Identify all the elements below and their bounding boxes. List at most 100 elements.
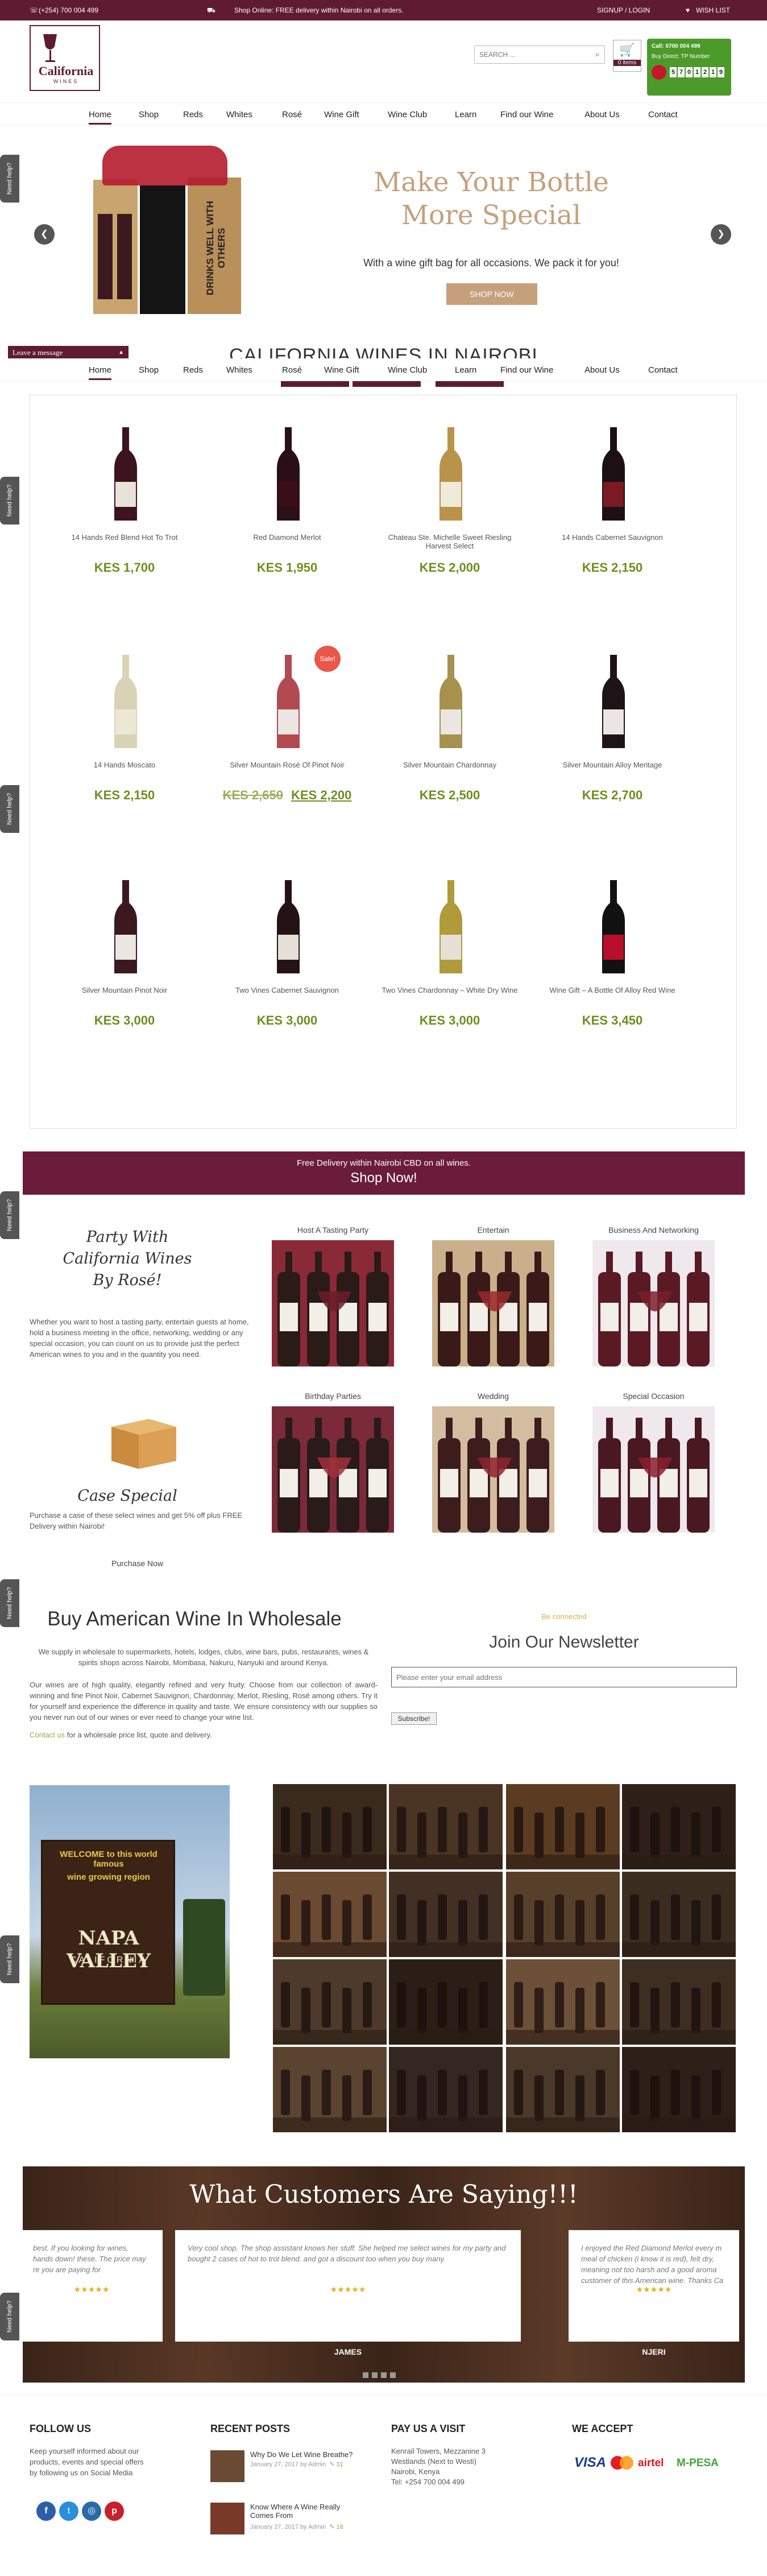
logo[interactable]: California WINES [30, 25, 100, 91]
gallery-photo[interactable] [273, 1872, 387, 1957]
gallery-photo[interactable] [389, 2047, 503, 2132]
need-help-tab[interactable]: Need help? [0, 1191, 19, 1239]
nav-item-find-our-wine[interactable]: Find our Wine [500, 110, 553, 119]
product-image[interactable] [437, 880, 465, 975]
occasion-label[interactable]: Wedding [432, 1392, 554, 1401]
slider-prev-arrow[interactable]: ❮ [34, 224, 55, 245]
product-image[interactable] [437, 427, 465, 522]
gallery-photo[interactable] [506, 2047, 620, 2132]
product-image[interactable] [600, 655, 627, 749]
occasion-label[interactable]: Host A Tasting Party [272, 1225, 394, 1235]
occasion-image[interactable] [432, 1240, 554, 1367]
delivery-shop-now[interactable]: Shop Now! [23, 1170, 745, 1186]
gallery-photo[interactable] [273, 2047, 387, 2132]
slider-next-arrow[interactable]: ❯ [711, 224, 731, 245]
product-image[interactable] [437, 655, 465, 749]
gallery-photo[interactable] [273, 1959, 387, 2045]
contact-us-link[interactable]: Contact us [30, 1731, 65, 1739]
subscribe-button[interactable]: Subscribe! [391, 1712, 437, 1725]
nav-item-reds[interactable]: Reds [183, 110, 203, 119]
gallery-photo[interactable] [506, 1784, 620, 1869]
product-name[interactable]: Silver Mountain Pinot Noir [51, 986, 198, 994]
gallery-photo[interactable] [622, 1959, 736, 2045]
product-image[interactable] [600, 880, 627, 975]
product-name[interactable]: Silver Mountain Alloy Meritage [538, 761, 686, 769]
signup-link[interactable]: SIGNUP / LOGIN [597, 6, 650, 14]
product-image[interactable] [112, 427, 139, 522]
need-help-tab[interactable]: Need help? [0, 1935, 19, 1983]
need-help-tab[interactable]: Need help? [0, 477, 19, 525]
gallery-photo[interactable] [506, 1959, 620, 2045]
product-image[interactable] [275, 655, 302, 749]
nav-item-home[interactable]: Home [89, 365, 112, 380]
shop-now-button[interactable]: SHOP NOW [446, 283, 537, 305]
need-help-tab[interactable]: Need help? [0, 785, 19, 833]
product-name[interactable]: Silver Mountain Chardonnay [376, 761, 524, 769]
wishlist-link[interactable]: WISH LIST [696, 6, 730, 14]
need-help-tab[interactable]: Need help? [0, 1579, 19, 1627]
need-help-tab[interactable]: Need help? [0, 155, 19, 203]
pinterest-icon[interactable]: p [105, 2501, 124, 2521]
nav-item-home[interactable]: Home [89, 110, 112, 125]
product-image[interactable] [112, 880, 139, 975]
nav-item-ros-[interactable]: Rosé [282, 110, 302, 119]
gallery-photo[interactable] [389, 1959, 503, 2045]
post-title[interactable]: Know Where A Wine Really Comes From [250, 2503, 364, 2520]
cart-button[interactable]: 🛒 0 items [613, 40, 641, 72]
nav-item-contact[interactable]: Contact [648, 365, 678, 375]
nav-item-find-our-wine[interactable]: Find our Wine [500, 365, 553, 375]
product-image[interactable] [275, 427, 302, 522]
product-name[interactable]: 14 Hands Red Blend Hot To Trot [51, 533, 198, 542]
occasion-label[interactable]: Business And Networking [592, 1225, 715, 1235]
nav-item-wine-club[interactable]: Wine Club [388, 110, 427, 119]
nav-item-whites[interactable]: Whites [226, 110, 252, 119]
nav-item-shop[interactable]: Shop [139, 365, 159, 375]
instagram-icon[interactable]: ◎ [82, 2501, 101, 2521]
top-phone[interactable]: (+254) 700 004 499 [39, 6, 98, 14]
product-name[interactable]: Silver Mountain Rosé Of Pinot Noir [213, 761, 361, 769]
product-name[interactable]: Two Vines Chardonnay – White Dry Wine [376, 986, 524, 994]
search-input[interactable] [475, 46, 583, 63]
nav-item-wine-gift[interactable]: Wine Gift [324, 365, 359, 375]
nav-item-wine-club[interactable]: Wine Club [388, 365, 427, 375]
gallery-photo[interactable] [389, 1784, 503, 1869]
nav-item-contact[interactable]: Contact [648, 110, 678, 119]
twitter-icon[interactable]: t [59, 2501, 78, 2521]
product-name[interactable]: Red Diamond Merlot [213, 533, 361, 542]
nav-item-wine-gift[interactable]: Wine Gift [324, 110, 359, 119]
purchase-now-link[interactable]: Purchase Now [111, 1559, 163, 1568]
nav-item-whites[interactable]: Whites [226, 365, 252, 375]
dot-4[interactable] [390, 2372, 396, 2378]
product-name[interactable]: 14 Hands Cabernet Sauvignon [538, 533, 686, 542]
product-image[interactable] [600, 427, 627, 522]
gallery-photo[interactable] [389, 1872, 503, 1957]
nav-item-learn[interactable]: Learn [455, 110, 476, 119]
facebook-icon[interactable]: f [36, 2501, 56, 2521]
gallery-photo[interactable] [622, 1784, 736, 1869]
dot-2[interactable] [372, 2372, 378, 2378]
gallery-photo[interactable] [622, 2047, 736, 2132]
occasion-image[interactable] [272, 1406, 394, 1533]
dot-1[interactable] [363, 2372, 368, 2378]
occasion-label[interactable]: Entertain [432, 1225, 554, 1235]
occasion-label[interactable]: Special Occasion [592, 1392, 715, 1401]
gallery-photo[interactable] [622, 1872, 736, 1957]
product-name[interactable]: Wine Gift – A Bottle Of Alloy Red Wine [538, 986, 686, 994]
delivery-banner[interactable]: Free Delivery within Nairobi CBD on all … [23, 1151, 745, 1195]
product-name[interactable]: 14 Hands Moscato [51, 761, 198, 769]
post-thumbnail[interactable] [210, 2503, 244, 2534]
nav-item-ros-[interactable]: Rosé [282, 365, 302, 375]
occasion-image[interactable] [592, 1406, 715, 1533]
product-image[interactable] [112, 655, 139, 749]
product-image[interactable] [275, 880, 302, 975]
post-title[interactable]: Why Do We Let Wine Breathe? [250, 2450, 364, 2459]
occasion-label[interactable]: Birthday Parties [272, 1392, 394, 1401]
product-name[interactable]: Two Vines Cabernet Sauvignon [213, 986, 361, 994]
occasion-image[interactable] [272, 1240, 394, 1367]
nav-item-about-us[interactable]: About Us [584, 365, 620, 375]
gallery-photo[interactable] [273, 1784, 387, 1869]
product-name[interactable]: Chateau Ste. Michelle Sweet Riesling Har… [376, 533, 524, 550]
occasion-image[interactable] [432, 1406, 554, 1533]
post-thumbnail[interactable] [210, 2450, 244, 2482]
nav-item-learn[interactable]: Learn [455, 365, 476, 375]
